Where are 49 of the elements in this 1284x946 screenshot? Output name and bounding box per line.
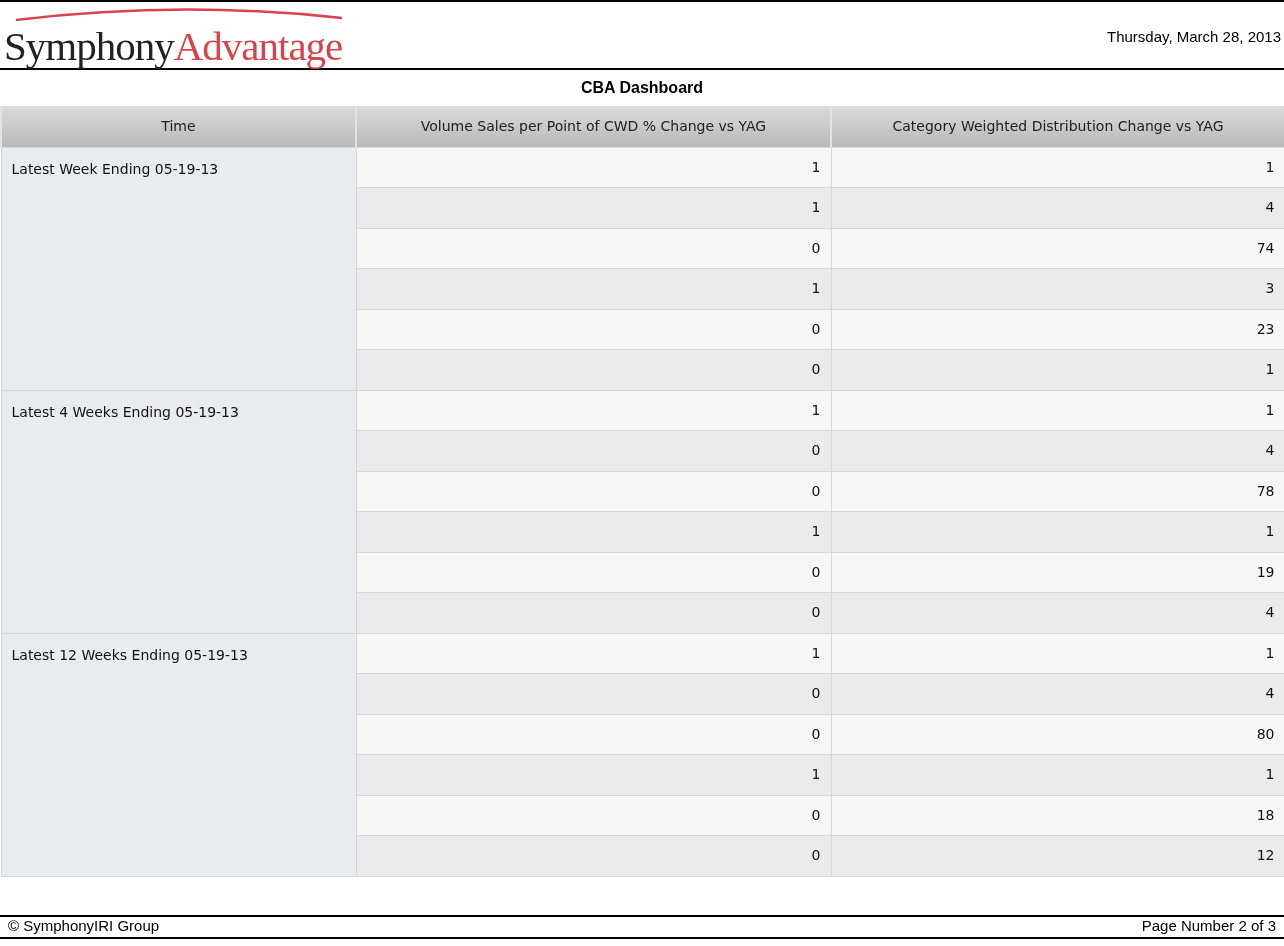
table-cell: 1 (356, 511, 831, 552)
table-cell: Latest Week Ending 05-19-13 (1, 147, 356, 390)
table-cell: 0 (356, 673, 831, 714)
page-number: Page Number 2 of 3 (1141, 916, 1276, 937)
table-cell: 0 (356, 795, 831, 836)
table-cell: 1 (356, 754, 831, 795)
column-header: Category Weighted Distribution Change vs YAG (831, 106, 1284, 147)
table-cell: 1 (831, 390, 1284, 431)
copyright-text: © SymphonyIRI Group (8, 916, 160, 937)
table-cell: 0 (356, 309, 831, 350)
table-cell: 23 (831, 309, 1284, 350)
table-cell: 18 (831, 795, 1284, 836)
table-cell: 1 (831, 147, 1284, 188)
table-cell: 1 (356, 187, 831, 228)
arc-icon (14, 6, 344, 22)
table-cell: Latest 4 Weeks Ending 05-19-13 (1, 390, 356, 633)
table-cell: 0 (356, 349, 831, 390)
table-cell: 0 (356, 471, 831, 512)
table-cell: 1 (356, 268, 831, 309)
logo-text: Symphony (4, 23, 174, 69)
table-cell: 12 (831, 835, 1284, 876)
table-cell: 4 (831, 673, 1284, 714)
table-cell: 80 (831, 714, 1284, 755)
table-cell: 4 (831, 187, 1284, 228)
table-cell: 1 (356, 633, 831, 674)
table-cell: 0 (356, 835, 831, 876)
table-cell: 1 (831, 754, 1284, 795)
table-cell: 0 (356, 430, 831, 471)
table-cell: 0 (356, 592, 831, 633)
column-header: Volume Sales per Point of CWD % Change vs YAG (356, 106, 831, 147)
table-cell: 0 (356, 552, 831, 593)
table-cell: 19 (831, 552, 1284, 593)
table-cell: 74 (831, 228, 1284, 269)
table-cell: 1 (831, 511, 1284, 552)
table-cell: 78 (831, 471, 1284, 512)
table-cell: Latest 12 Weeks Ending 05-19-13 (1, 633, 356, 876)
table-cell: 4 (831, 430, 1284, 471)
table-cell: 1 (356, 390, 831, 431)
table-cell: 1 (831, 633, 1284, 674)
table-cell: 1 (831, 349, 1284, 390)
column-header: Time (1, 106, 356, 147)
table-cell: 3 (831, 268, 1284, 309)
table-cell: 1 (356, 147, 831, 188)
report-date: Thursday, March 28, 2013 (1107, 27, 1281, 47)
report-title: CBA Dashboard (580, 78, 704, 98)
table-cell: 0 (356, 228, 831, 269)
logo-text: Advantage (173, 23, 343, 69)
table-cell: 0 (356, 714, 831, 755)
table-cell: 4 (831, 592, 1284, 633)
